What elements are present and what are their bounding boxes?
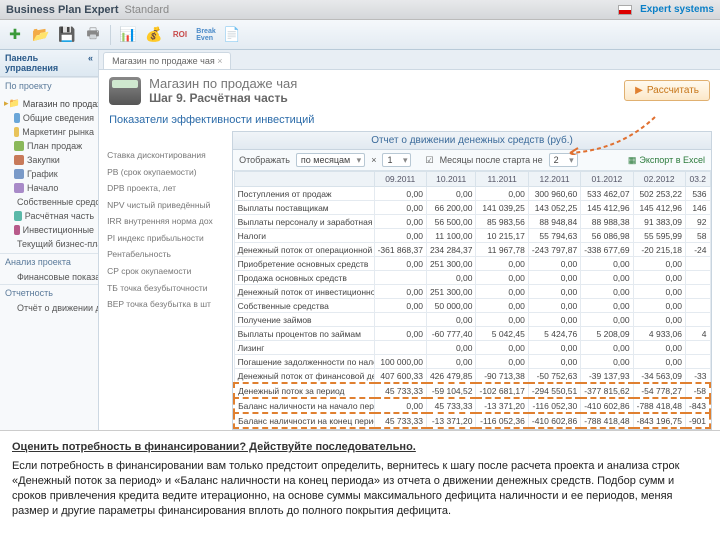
sidebar-section[interactable]: По проекту (0, 77, 98, 94)
table-row[interactable]: Денежный поток за период45 733,33-59 104… (234, 383, 710, 398)
indicator-row: Ставка дисконтирования (107, 147, 220, 164)
help-tip: Оценить потребность в финансировании? Де… (0, 430, 720, 528)
app-edition: Standard (125, 4, 170, 16)
sidebar-item[interactable]: Расчётная часть (0, 209, 98, 223)
language-flag-icon[interactable] (618, 5, 632, 15)
col-header: 11.2011 (476, 172, 528, 187)
sidebar-section[interactable]: Анализ проекта (0, 253, 98, 270)
report-icon[interactable]: 📄 (221, 24, 243, 46)
table-row[interactable]: Погашение задолженности по налогам100 00… (234, 355, 710, 369)
col-header: 12.2011 (528, 172, 580, 187)
sidebar-item[interactable]: Начало (0, 181, 98, 195)
new-icon[interactable]: ✚ (4, 24, 26, 46)
print-icon[interactable]: 🖶 (82, 24, 104, 46)
sidebar-item[interactable]: Собственные средства (0, 195, 98, 209)
table-row[interactable]: Собственные средства0,0050 000,000,000,0… (234, 299, 710, 313)
sidebar-item[interactable]: График (0, 167, 98, 181)
col-header: 01.2012 (581, 172, 633, 187)
tip-body: Если потребность в финансировании вам то… (12, 459, 708, 518)
close-icon[interactable]: × (217, 56, 222, 66)
tip-heading: Оценить потребность в финансировании? Де… (12, 441, 708, 453)
indicator-row: DPB проекта, лет (107, 180, 220, 197)
export-excel-button[interactable]: ▦Экспорт в Excel (628, 155, 705, 166)
indicator-row: BEP точка безубытка в шт (107, 296, 220, 313)
table-row[interactable]: Получение займов0,000,000,000,000,00 (234, 313, 710, 327)
roi-icon[interactable]: ROI (169, 24, 191, 46)
col-header: 10.2011 (426, 172, 476, 187)
indicator-row: СР срок окупаемости (107, 263, 220, 280)
sidebar-section[interactable]: Отчетность (0, 284, 98, 301)
sidebar-item[interactable]: Отчёт о движении денежных (0, 301, 98, 315)
sidebar-item[interactable]: Текущий бизнес-план (0, 237, 98, 251)
brand-logo: Expert systems (640, 4, 714, 15)
table-row[interactable]: Баланс наличности на начало периода0,004… (234, 398, 710, 413)
save-icon[interactable]: 💾 (56, 24, 78, 46)
cash-flow-table: 09.201110.201111.201112.201101.201202.20… (233, 171, 711, 429)
open-icon[interactable]: 📂 (30, 24, 52, 46)
chart-icon[interactable]: 📊 (117, 24, 139, 46)
table-row[interactable]: Продажа основных средств0,000,000,000,00… (234, 271, 710, 285)
table-row[interactable]: Денежный поток от операционной деят.-361… (234, 243, 710, 257)
indicator-row: Рентабельность (107, 246, 220, 263)
indicator-row: ТБ точка безубыточности (107, 280, 220, 297)
indicator-row: PI индекс прибыльности (107, 230, 220, 247)
page-title: Магазин по продаже чая (149, 76, 297, 91)
calculator-icon (109, 77, 141, 105)
table-row[interactable]: Выплаты процентов по займам0,00-60 777,4… (234, 327, 710, 341)
period-select[interactable]: по месяцам (296, 153, 365, 167)
money-icon[interactable]: 💰 (143, 24, 165, 46)
table-row[interactable]: Выплаты поставщикам0,0066 200,00141 039,… (234, 201, 710, 215)
table-row[interactable]: Выплаты персоналу и заработная плата0,00… (234, 215, 710, 229)
calculate-button[interactable]: ▶Рассчитать (624, 80, 710, 101)
table-row[interactable]: Денежный поток от финансовой деятель.407… (234, 369, 710, 384)
table-row[interactable]: Лизинг0,000,000,000,000,00 (234, 341, 710, 355)
tree-root[interactable]: ▸📁 Магазин по продаже чая (0, 96, 98, 111)
sidebar-item[interactable]: Финансовые показатели (0, 270, 98, 284)
excel-icon: ▦ (628, 155, 637, 166)
months-select[interactable]: 2 (549, 153, 578, 167)
table-row[interactable]: Денежный поток от инвестиционной дея.0,0… (234, 285, 710, 299)
indicator-row: PB (срок окупаемости) (107, 164, 220, 181)
col-header: 02.2012 (633, 172, 685, 187)
indicator-row: NPV чистый приведённый (107, 197, 220, 214)
col-header: 09.2011 (374, 172, 426, 187)
sidebar-item[interactable]: Маркетинг рынка (0, 125, 98, 139)
step-label: Шаг 9. Расчётная часть (149, 91, 297, 105)
indicator-row: IRR внутренняя норма дох (107, 213, 220, 230)
sidebar-header: Панель управления« (0, 50, 98, 77)
report-title: Отчет о движении денежных средств (руб.) (233, 132, 711, 150)
sidebar-item[interactable]: Закупки (0, 153, 98, 167)
col-header (234, 172, 374, 187)
sidebar: Панель управления« По проекту ▸📁 Магазин… (0, 50, 99, 430)
tab[interactable]: Магазин по продаже чая × (103, 52, 231, 69)
tab-bar: Магазин по продаже чая × (99, 50, 720, 70)
app-name: Business Plan Expert (6, 4, 119, 16)
sidebar-item[interactable]: Инвестиционные (0, 223, 98, 237)
table-row[interactable]: Приобретение основных средств0,00251 300… (234, 257, 710, 271)
content-area: Магазин по продаже чая × Магазин по прод… (99, 50, 720, 430)
collapse-icon[interactable]: « (88, 53, 93, 73)
table-row[interactable]: Поступления от продаж0,000,000,00300 960… (234, 187, 710, 201)
table-row[interactable]: Налоги0,0011 100,0010 215,1755 794,6356 … (234, 229, 710, 243)
sidebar-item[interactable]: План продаж (0, 139, 98, 153)
cash-flow-report: Отчет о движении денежных средств (руб.)… (232, 131, 712, 430)
title-bar: Business Plan Expert Standard Expert sys… (0, 0, 720, 20)
scale-select[interactable]: 1 (382, 153, 411, 167)
main-toolbar: ✚ 📂 💾 🖶 📊 💰 ROI BreakEven 📄 (0, 20, 720, 50)
section-header: Показатели эффективности инвестиций (99, 111, 720, 129)
table-row[interactable]: Баланс наличности на конец периода45 733… (234, 413, 710, 428)
sidebar-item[interactable]: Общие сведения (0, 111, 98, 125)
col-header: 03.2 (685, 172, 710, 187)
break-even-icon[interactable]: BreakEven (195, 24, 217, 46)
